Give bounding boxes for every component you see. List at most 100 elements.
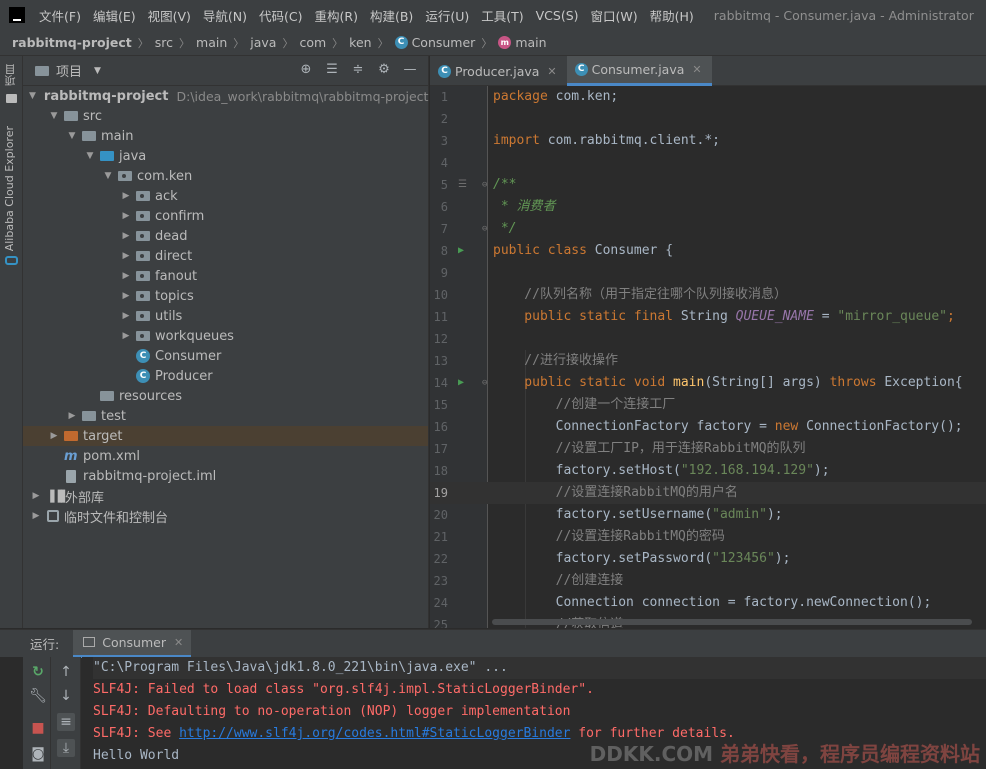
minimize-icon[interactable]: — [402,62,418,78]
menu-view[interactable]: 视图(V) [142,6,197,25]
menu-code[interactable]: 代码(C) [253,6,308,25]
menu-navigate[interactable]: 导航(N) [197,6,253,25]
tree-item-dead[interactable]: ▶ dead [23,226,428,246]
chevron-down-icon[interactable]: ▼ [101,171,115,181]
console-link[interactable]: http://www.slf4j.org/codes.html#StaticLo… [179,726,570,741]
menu-window[interactable]: 窗口(W) [585,6,644,25]
breadcrumb-consumer[interactable]: C Consumer [394,35,475,50]
editor-tabs: C Producer.java ✕ C Consumer.java ✕ [430,56,986,86]
project-panel: 项目 ▼ ⊕ ☰ ≑ ⚙ — ▼ rabbitmq-project D:\ide… [23,56,429,628]
tree-item-direct[interactable]: ▶ direct [23,246,428,266]
code-line: 1 package com.ken; [440,89,619,104]
tree-item-pom[interactable]: m pom.xml [23,446,428,466]
tree-item-test[interactable]: ▶ test [23,406,428,426]
chevron-down-icon[interactable]: ▼ [29,91,36,101]
stop-icon[interactable]: ■ [29,719,47,737]
chevron-right-icon[interactable]: ▶ [119,311,133,321]
menu-help[interactable]: 帮助(H) [644,6,700,25]
menu-refactor[interactable]: 重构(R) [309,6,364,25]
tree-item-fanout[interactable]: ▶ fanout [23,266,428,286]
chevron-down-icon[interactable]: ▼ [65,131,79,141]
tree-item-external-libraries[interactable]: ▶ ▐▐▌ 外部库 [23,486,428,506]
tab-producer[interactable]: C Producer.java ✕ [430,56,567,86]
resources-folder-icon [100,391,114,401]
run-tab-consumer[interactable]: Consumer ✕ [73,629,192,658]
run-gutter-icon[interactable]: ▶ [458,245,464,256]
menu-tools[interactable]: 工具(T) [475,6,529,25]
chevron-down-icon[interactable]: ▼ [47,111,61,121]
tab-label: Consumer.java [591,62,685,77]
camera-icon[interactable]: ◙ [29,745,47,763]
menu-build[interactable]: 构建(B) [364,6,419,25]
tree-item-producer[interactable]: C Producer [23,366,428,386]
rerun-icon[interactable]: ↻ [29,663,47,681]
gear-icon[interactable]: ⚙ [376,62,392,78]
code-editor[interactable]: 1 package com.ken; 2 3 import com.rabbit… [430,86,986,628]
breadcrumb-src[interactable]: src [155,35,173,50]
tree-item-consumer[interactable]: C Consumer [23,346,428,366]
wrench-icon[interactable]: 🔧︎ [29,687,47,705]
tree-item-topics[interactable]: ▶ topics [23,286,428,306]
fold-icon[interactable]: ⊖ [482,378,487,388]
menu-vcs[interactable]: VCS(S) [530,8,585,23]
tree-root[interactable]: ▼ rabbitmq-project D:\idea_work\rabbitmq… [23,86,428,106]
run-gutter-icon[interactable]: ▶ [458,377,464,388]
tree-item-scratches[interactable]: ▶ 临时文件和控制台 [23,506,428,526]
tree-item-confirm[interactable]: ▶ confirm [23,206,428,226]
chevron-right-icon[interactable]: ▶ [65,411,79,421]
fold-icon[interactable]: ⊖ [482,224,487,234]
dropdown-arrow-icon[interactable]: ▼ [94,66,101,76]
tree-item-java[interactable]: ▼ java [23,146,428,166]
tree-item-resources[interactable]: resources [23,386,428,406]
menu-run[interactable]: 运行(U) [419,6,475,25]
tree-item-package[interactable]: ▼ com.ken [23,166,428,186]
expand-all-icon[interactable]: ☰ [324,62,340,78]
tab-consumer[interactable]: C Consumer.java ✕ [566,56,712,86]
chevron-right-icon[interactable]: ▶ [119,231,133,241]
code-line: 2 [440,112,448,126]
arrow-down-icon[interactable]: ↓ [57,687,75,705]
chevron-right-icon[interactable]: ▶ [119,331,133,341]
chevron-right-icon[interactable]: ▶ [119,191,133,201]
chevron-right-icon[interactable]: ▶ [29,511,43,521]
tree-item-target[interactable]: ▶ target [23,426,428,446]
alibaba-cloud-tab[interactable]: Alibaba Cloud Explorer [3,126,16,251]
chevron-right-icon[interactable]: ▶ [119,271,133,281]
menu-edit[interactable]: 编辑(E) [87,6,142,25]
doc-render-icon[interactable]: ☰ [458,179,467,190]
chevron-down-icon[interactable]: ▼ [83,151,97,161]
arrow-up-icon[interactable]: ↑ [57,663,75,681]
horizontal-scrollbar[interactable] [492,619,972,625]
locate-file-icon[interactable]: ⊕ [298,62,314,78]
chevron-right-icon[interactable]: ▶ [47,431,61,441]
close-icon[interactable]: ✕ [692,63,701,76]
tree-item-src[interactable]: ▼ src [23,106,428,126]
scroll-to-end-icon[interactable]: ⤓ [57,739,75,757]
tree-item-iml[interactable]: rabbitmq-project.iml [23,466,428,486]
chevron-right-icon[interactable]: ▶ [119,211,133,221]
soft-wrap-icon[interactable]: ≡ [57,713,75,731]
breadcrumb-java[interactable]: java [250,35,276,50]
chevron-right-icon[interactable]: ▶ [119,251,133,261]
console-icon [83,637,96,647]
tree-item-ack[interactable]: ▶ ack [23,186,428,206]
console-output[interactable]: "C:\Program Files\Java\jdk1.8.0_221\bin\… [82,657,986,769]
tree-item-main[interactable]: ▼ main [23,126,428,146]
breadcrumb-project[interactable]: rabbitmq-project [12,35,132,50]
close-icon[interactable]: ✕ [547,65,556,78]
collapse-all-icon[interactable]: ≑ [350,62,366,78]
close-icon[interactable]: ✕ [174,636,183,649]
chevron-right-icon[interactable]: ▶ [29,491,43,501]
tree-item-utils[interactable]: ▶ utils [23,306,428,326]
cloud-icon [5,256,18,265]
breadcrumb-com[interactable]: com [299,35,326,50]
project-tool-tab[interactable]: 项目 [3,64,19,86]
chevron-right-icon[interactable]: ▶ [119,291,133,301]
tree-item-workqueues[interactable]: ▶ workqueues [23,326,428,346]
project-panel-title[interactable]: 项目 [56,61,82,80]
menu-file[interactable]: 文件(F) [33,6,87,25]
breadcrumb-ken[interactable]: ken [349,35,371,50]
fold-icon[interactable]: ⊖ [482,180,487,190]
breadcrumb-method[interactable]: m main [498,35,547,50]
breadcrumb-main[interactable]: main [196,35,227,50]
